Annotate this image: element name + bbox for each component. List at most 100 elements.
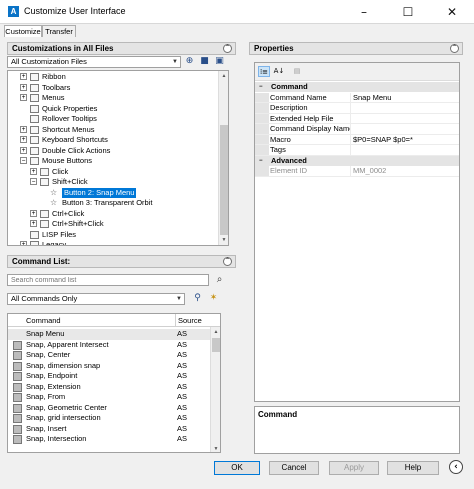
table-row[interactable]: Snap, Extension AS bbox=[8, 382, 212, 393]
tree-item-label: Quick Properties bbox=[42, 103, 98, 113]
property-row[interactable]: Command Display Name bbox=[255, 124, 459, 135]
command-list-header-label: Command List: bbox=[12, 257, 71, 266]
table-row[interactable]: Snap, dimension snap AS bbox=[8, 361, 212, 372]
command-source: AS bbox=[177, 434, 188, 443]
scroll-up-icon[interactable]: ▲ bbox=[219, 71, 228, 81]
collapse-icon[interactable]: − bbox=[20, 157, 27, 164]
expand-icon[interactable]: + bbox=[20, 73, 27, 80]
table-row[interactable]: Snap, Intersection AS bbox=[8, 434, 212, 445]
help-button[interactable]: Help bbox=[387, 461, 439, 475]
property-category[interactable]: − Advanced bbox=[255, 155, 459, 166]
command-search-input[interactable] bbox=[11, 275, 208, 285]
property-row[interactable]: Macro $P0=SNAP $p0=* bbox=[255, 134, 459, 146]
expand-icon[interactable]: + bbox=[20, 146, 27, 154]
column-command[interactable]: Command bbox=[26, 314, 61, 327]
table-row[interactable]: Snap, From AS bbox=[8, 392, 212, 403]
mouse-button-icon: ☆ bbox=[50, 187, 58, 197]
table-row[interactable]: Snap, Apparent Intersect AS bbox=[8, 340, 212, 351]
minimize-button[interactable]: – bbox=[342, 0, 386, 24]
property-gutter bbox=[255, 92, 269, 102]
expand-icon[interactable]: + bbox=[30, 220, 37, 227]
expand-icon[interactable]: + bbox=[30, 209, 37, 217]
open-file-icon[interactable]: ⊕ bbox=[184, 56, 195, 67]
table-row[interactable]: Snap, Insert AS bbox=[8, 424, 212, 435]
mouse-button-icon: ☆ bbox=[50, 198, 58, 207]
collapse-command-list-icon[interactable]: ⌃ bbox=[223, 257, 232, 266]
scroll-down-icon[interactable]: ▼ bbox=[211, 444, 220, 452]
expand-icon[interactable]: + bbox=[20, 83, 27, 91]
apply-button[interactable]: Apply bbox=[329, 461, 379, 475]
cancel-button[interactable]: Cancel bbox=[269, 461, 319, 475]
folder-icon bbox=[30, 157, 39, 165]
close-button[interactable]: ✕ bbox=[430, 0, 474, 24]
tree-scrollbar[interactable]: ▲ ▼ bbox=[218, 71, 228, 245]
scroll-up-icon[interactable]: ▲ bbox=[211, 327, 220, 337]
save-icon[interactable]: ■ bbox=[199, 56, 210, 67]
search-icon[interactable]: ⌕ bbox=[214, 274, 225, 285]
property-category[interactable]: − Command bbox=[255, 82, 459, 92]
save-as-icon[interactable]: ▣ bbox=[214, 56, 225, 67]
command-list-scrollbar[interactable]: ▲ ▼ bbox=[210, 327, 220, 452]
expand-icon[interactable]: + bbox=[20, 136, 27, 143]
scroll-down-icon[interactable]: ▼ bbox=[219, 235, 228, 245]
tree-item-label: Ribbon bbox=[42, 72, 66, 81]
table-row[interactable]: Snap, grid intersection AS bbox=[8, 413, 212, 424]
maximize-button[interactable]: ☐ bbox=[386, 0, 430, 24]
command-search-box[interactable] bbox=[7, 274, 209, 286]
tree-item-label: Double Click Actions bbox=[42, 145, 111, 155]
expand-icon[interactable]: + bbox=[20, 241, 27, 245]
expand-icon[interactable]: + bbox=[20, 125, 27, 133]
collapse-icon[interactable]: − bbox=[259, 82, 263, 92]
collapse-properties-icon[interactable]: ⌃ bbox=[450, 44, 459, 53]
property-gutter bbox=[255, 124, 269, 134]
property-row[interactable]: Tags bbox=[255, 145, 459, 156]
command-source: AS bbox=[177, 402, 188, 412]
command-filter-select[interactable]: All Commands Only ▼ bbox=[7, 293, 185, 305]
collapse-customizations-icon[interactable]: ⌃ bbox=[223, 44, 232, 53]
table-row[interactable]: Snap, Endpoint AS bbox=[8, 371, 212, 382]
property-row[interactable]: Command Name Snap Menu bbox=[255, 92, 459, 104]
tab-customize[interactable]: Customize bbox=[4, 25, 42, 37]
command-source: AS bbox=[177, 392, 188, 401]
property-name: Command Name bbox=[270, 92, 351, 102]
property-name: Extended Help File bbox=[270, 113, 351, 123]
customizations-header: Customizations in All Files ⌃ bbox=[7, 42, 236, 55]
command-name: Snap, Insert bbox=[26, 423, 67, 433]
collapse-icon[interactable]: − bbox=[30, 178, 37, 185]
property-value[interactable]: Snap Menu bbox=[353, 93, 391, 104]
property-pages-icon[interactable]: ▤ bbox=[291, 66, 303, 77]
tree-scroll-thumb[interactable] bbox=[220, 125, 228, 235]
customization-tree[interactable]: + Ribbon + Toolbars + Menus Quick Properties Ro… bbox=[7, 70, 229, 246]
categorized-icon[interactable]: ⁞≡ bbox=[258, 66, 270, 77]
command-scroll-thumb[interactable] bbox=[212, 338, 220, 352]
properties-toolbar: ⁞≡ A↓ ▤ bbox=[255, 63, 459, 81]
column-source[interactable]: Source bbox=[175, 314, 202, 327]
command-list-table[interactable]: Command Source Snap Menu AS Snap, Apparent… bbox=[7, 313, 221, 453]
tree-item-label: LISP Files bbox=[42, 229, 77, 239]
new-command-icon[interactable]: ✶ bbox=[208, 293, 219, 304]
collapse-panel-icon[interactable]: ‹ bbox=[449, 460, 463, 474]
property-value[interactable]: $P0=SNAP $p0=* bbox=[353, 135, 413, 146]
folder-icon bbox=[40, 209, 49, 218]
table-row[interactable]: Snap Menu AS bbox=[8, 329, 212, 340]
tree-item-label: Menus bbox=[42, 93, 65, 102]
property-row[interactable]: Extended Help File bbox=[255, 113, 459, 124]
ok-button[interactable]: OK bbox=[214, 461, 260, 475]
alphabetical-sort-icon[interactable]: A↓ bbox=[273, 66, 285, 77]
osnap-icon bbox=[13, 382, 22, 392]
properties-header-label: Properties bbox=[254, 44, 294, 53]
customization-file-select[interactable]: All Customization Files ▼ bbox=[7, 56, 181, 68]
tab-transfer[interactable]: Transfer bbox=[42, 25, 76, 37]
expand-icon[interactable]: + bbox=[30, 167, 37, 175]
folder-icon bbox=[30, 136, 39, 144]
table-row[interactable]: Snap, Geometric Center AS bbox=[8, 403, 212, 414]
command-name: Snap, Center bbox=[26, 350, 71, 359]
folder-icon bbox=[30, 146, 39, 155]
osnap-icon bbox=[13, 403, 22, 413]
collapse-icon[interactable]: − bbox=[259, 156, 263, 166]
find-replace-icon[interactable]: ⚲ bbox=[192, 293, 203, 304]
expand-icon[interactable]: + bbox=[20, 94, 27, 101]
table-row[interactable]: Snap, Center AS bbox=[8, 350, 212, 361]
property-gutter bbox=[255, 166, 269, 176]
property-row[interactable]: Description bbox=[255, 103, 459, 114]
